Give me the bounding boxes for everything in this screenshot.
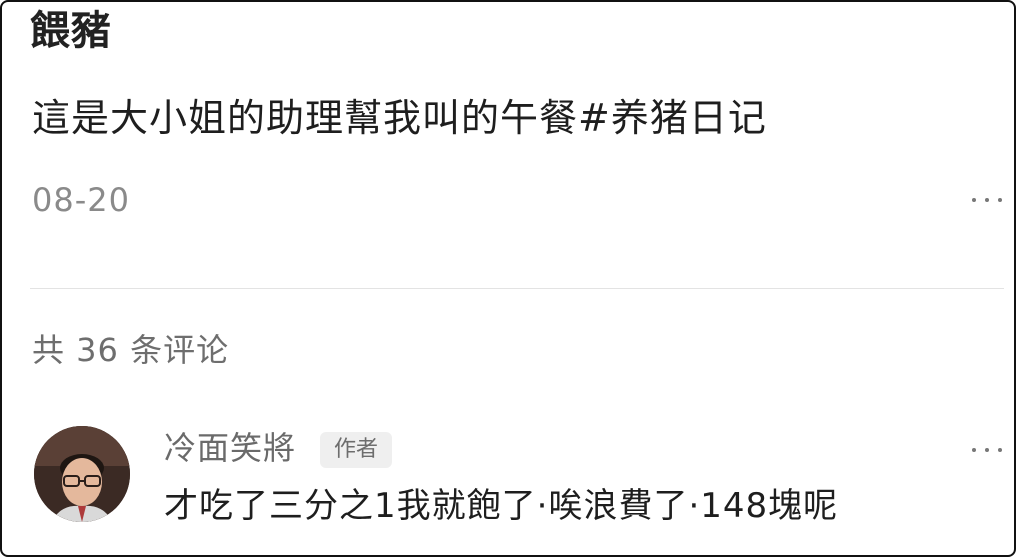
dot xyxy=(985,198,989,202)
comment-text[interactable]: 才吃了三分之1我就飽了·唉浪費了·148塊呢 xyxy=(164,482,838,530)
commenter-name[interactable]: 冷面笑將 xyxy=(164,426,296,470)
dot xyxy=(972,448,976,452)
dot xyxy=(998,198,1002,202)
post-date: 08-20 xyxy=(32,181,130,219)
post-body-text[interactable]: 這是大小姐的助理幫我叫的午餐#养猪日记 xyxy=(32,92,767,144)
dot xyxy=(998,448,1002,452)
post-card: 餵豬 這是大小姐的助理幫我叫的午餐#养猪日记 08-20 共 36 条评论 冷面… xyxy=(0,0,1016,557)
dot xyxy=(972,198,976,202)
comment-count: 共 36 条评论 xyxy=(32,331,230,369)
avatar-image xyxy=(34,426,130,522)
commenter-avatar[interactable] xyxy=(34,426,130,522)
more-options-icon[interactable] xyxy=(972,190,1002,210)
dot xyxy=(985,448,989,452)
author-badge: 作者 xyxy=(320,432,393,468)
more-options-icon[interactable] xyxy=(972,440,1002,460)
post-title: 餵豬 xyxy=(30,8,112,54)
divider xyxy=(30,288,1004,289)
